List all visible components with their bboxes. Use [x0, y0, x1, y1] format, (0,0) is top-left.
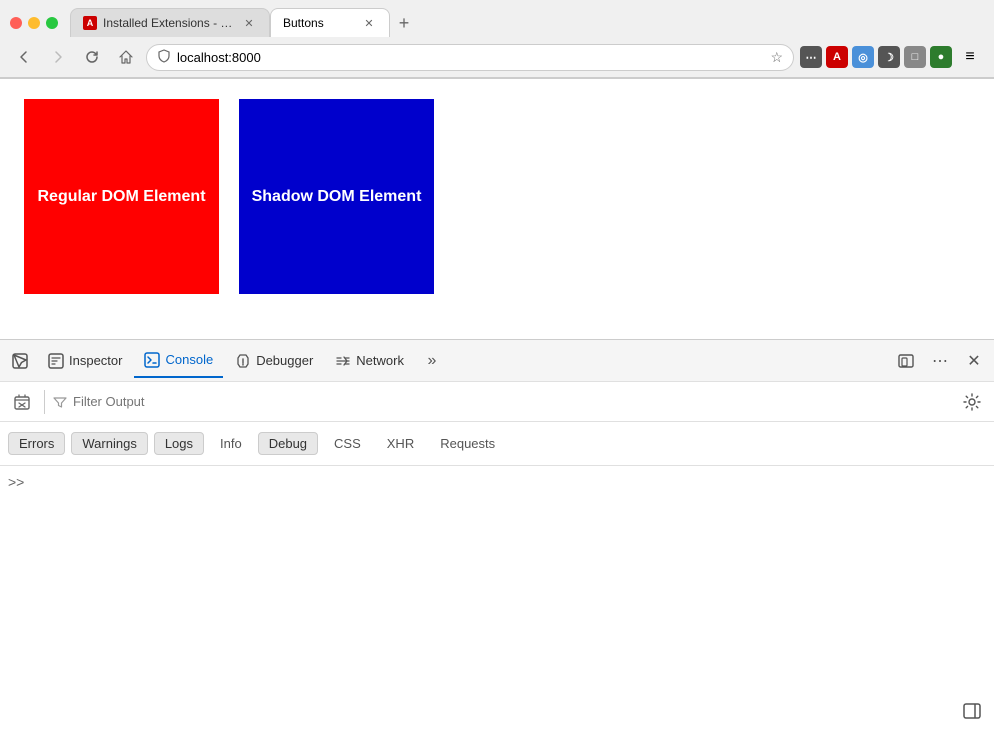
- tab-close-2[interactable]: ✕: [361, 15, 377, 31]
- console-output-area: >>: [0, 466, 994, 693]
- devtools-panel: Inspector Console Debugger Network: [0, 339, 994, 729]
- tab-favicon-1: A: [83, 16, 97, 30]
- bookmark-icon[interactable]: ☆: [770, 49, 783, 66]
- close-window-button[interactable]: [10, 17, 22, 29]
- console-prompt[interactable]: >>: [8, 474, 24, 490]
- forward-button[interactable]: [44, 43, 72, 71]
- back-button[interactable]: [10, 43, 38, 71]
- reload-button[interactable]: [78, 43, 106, 71]
- tab-title-1: Installed Extensions - Data Colle: [103, 16, 235, 30]
- maximize-window-button[interactable]: [46, 17, 58, 29]
- filter-output-input[interactable]: [73, 394, 950, 409]
- inspector-tab-label: Inspector: [69, 353, 122, 368]
- filter-divider: [44, 390, 45, 414]
- tab-title-2: Buttons: [283, 16, 355, 30]
- devtools-toolbar: Inspector Console Debugger Network: [0, 340, 994, 382]
- filter-chip-requests[interactable]: Requests: [430, 433, 505, 454]
- network-tab[interactable]: Network: [325, 345, 414, 377]
- debugger-tab[interactable]: Debugger: [225, 345, 323, 377]
- extension-icon-adobe[interactable]: A: [826, 46, 848, 68]
- console-settings-button[interactable]: [958, 388, 986, 416]
- filter-chip-debug[interactable]: Debug: [258, 432, 318, 455]
- more-tools-button[interactable]: »: [416, 345, 448, 377]
- devtools-bottom-bar: [0, 693, 994, 729]
- extension-icon-4[interactable]: ☽: [878, 46, 900, 68]
- element-picker-button[interactable]: [4, 345, 36, 377]
- devtools-more-options[interactable]: ⋯: [924, 345, 956, 377]
- window-controls: [10, 17, 58, 29]
- filter-chip-warnings[interactable]: Warnings: [71, 432, 147, 455]
- title-bar: A Installed Extensions - Data Colle ✕ Bu…: [0, 0, 994, 37]
- network-tab-label: Network: [356, 353, 404, 368]
- filter-chip-logs[interactable]: Logs: [154, 432, 204, 455]
- filter-icon: [53, 395, 67, 409]
- regular-dom-box: Regular DOM Element: [24, 99, 219, 294]
- inspector-tab[interactable]: Inspector: [38, 345, 132, 377]
- new-tab-button[interactable]: +: [390, 9, 418, 37]
- extension-icon-5[interactable]: □: [904, 46, 926, 68]
- responsive-design-button[interactable]: [890, 345, 922, 377]
- address-bar-container: ☆: [146, 44, 794, 71]
- filter-chip-xhr[interactable]: XHR: [377, 433, 424, 454]
- extension-icon-1[interactable]: ⋯: [800, 46, 822, 68]
- home-button[interactable]: [112, 43, 140, 71]
- filter-input-wrapper: [53, 394, 950, 409]
- tab-buttons[interactable]: Buttons ✕: [270, 8, 390, 37]
- regular-dom-label: Regular DOM Element: [37, 188, 205, 206]
- tabs-bar: A Installed Extensions - Data Colle ✕ Bu…: [70, 8, 984, 37]
- sidebar-toggle-button[interactable]: [958, 697, 986, 725]
- devtools-close-button[interactable]: ✕: [958, 345, 990, 377]
- extension-icon-6[interactable]: ●: [930, 46, 952, 68]
- filter-chip-info[interactable]: Info: [210, 433, 252, 454]
- nav-bar: ☆ ⋯ A ◎ ☽ □ ● ≡: [0, 37, 994, 78]
- console-tab-label: Console: [165, 352, 213, 367]
- shadow-dom-label: Shadow DOM Element: [252, 188, 422, 206]
- shadow-dom-box: Shadow DOM Element: [239, 99, 434, 294]
- filter-chip-errors[interactable]: Errors: [8, 432, 65, 455]
- nav-right-icons: ⋯ A ◎ ☽ □ ● ≡: [800, 43, 984, 71]
- filter-chip-css[interactable]: CSS: [324, 433, 371, 454]
- browser-chrome: A Installed Extensions - Data Colle ✕ Bu…: [0, 0, 994, 79]
- tab-installed-extensions[interactable]: A Installed Extensions - Data Colle ✕: [70, 8, 270, 37]
- address-input[interactable]: [177, 50, 764, 65]
- tab-close-1[interactable]: ✕: [241, 15, 257, 31]
- devtools-filter-bar: [0, 382, 994, 422]
- console-tab[interactable]: Console: [134, 344, 223, 378]
- more-options-button[interactable]: ≡: [956, 43, 984, 71]
- shield-icon: [157, 49, 171, 66]
- page-content: Regular DOM Element Shadow DOM Element: [0, 79, 994, 339]
- minimize-window-button[interactable]: [28, 17, 40, 29]
- debugger-tab-label: Debugger: [256, 353, 313, 368]
- devtools-filter-chips: Errors Warnings Logs Info Debug CSS XHR …: [0, 422, 994, 466]
- extension-icon-3[interactable]: ◎: [852, 46, 874, 68]
- filter-clear-button[interactable]: [8, 388, 36, 416]
